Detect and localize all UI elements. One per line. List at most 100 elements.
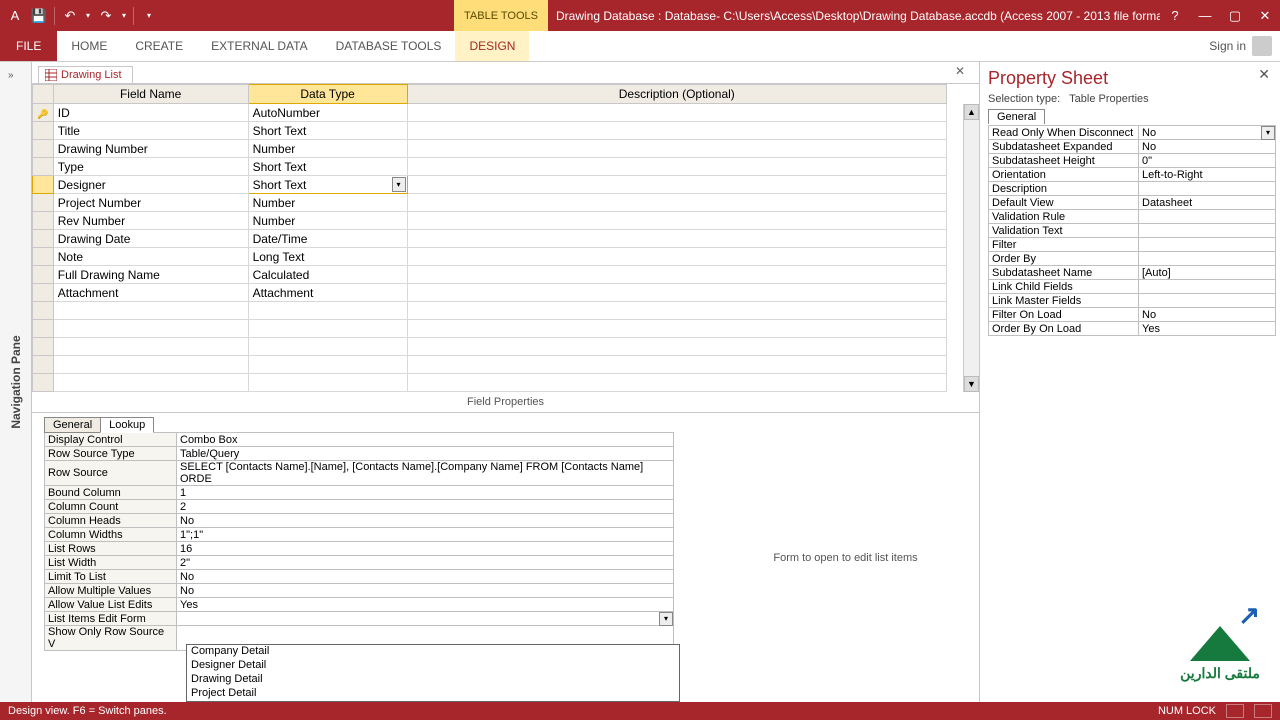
datatype-cell[interactable]: Date/Time	[248, 230, 407, 248]
property-dropdown-icon[interactable]: ▾	[1261, 126, 1275, 140]
scroll-up-icon[interactable]: ▲	[964, 104, 979, 120]
property-value[interactable]: 2	[177, 500, 674, 514]
row-selector[interactable]	[33, 176, 54, 194]
tab-external-data[interactable]: EXTERNAL DATA	[197, 31, 321, 61]
ps-property-value[interactable]	[1139, 294, 1276, 308]
redo-dropdown-icon[interactable]: ▾	[119, 5, 129, 27]
help-icon[interactable]: ?	[1160, 0, 1190, 31]
fieldname-cell[interactable]	[53, 320, 248, 338]
ps-property-name[interactable]: Subdatasheet Name	[989, 266, 1139, 280]
property-name[interactable]: Limit To List	[45, 570, 177, 584]
ps-property-value[interactable]: No▾	[1139, 126, 1276, 140]
description-cell[interactable]	[407, 356, 946, 374]
description-cell[interactable]	[407, 320, 946, 338]
dropdown-item[interactable]: Drawing Detail	[187, 673, 679, 687]
fieldname-cell[interactable]: Project Number	[53, 194, 248, 212]
table-properties-grid[interactable]: Read Only When DisconnectNo▾Subdatasheet…	[988, 125, 1276, 336]
ps-property-value[interactable]	[1139, 280, 1276, 294]
datatype-cell[interactable]	[248, 338, 407, 356]
tab-design[interactable]: DESIGN	[455, 31, 529, 61]
ps-property-name[interactable]: Subdatasheet Expanded	[989, 140, 1139, 154]
row-selector[interactable]	[33, 320, 54, 338]
fieldname-cell[interactable]: Attachment	[53, 284, 248, 302]
nav-expand-icon[interactable]: »	[8, 70, 14, 81]
datatype-cell[interactable]: AutoNumber	[248, 104, 407, 122]
property-value[interactable]: No	[177, 514, 674, 528]
property-value[interactable]: SELECT [Contacts Name].[Name], [Contacts…	[177, 461, 674, 486]
property-value[interactable]: 1";1"	[177, 528, 674, 542]
property-value[interactable]: No	[177, 570, 674, 584]
property-dropdown-icon[interactable]: ▾	[659, 612, 673, 626]
row-selector[interactable]	[33, 266, 54, 284]
description-cell[interactable]	[407, 122, 946, 140]
description-cell[interactable]	[407, 176, 946, 194]
property-name[interactable]: Column Widths	[45, 528, 177, 542]
ps-property-name[interactable]: Order By On Load	[989, 322, 1139, 336]
property-name[interactable]: Column Count	[45, 500, 177, 514]
row-selector[interactable]	[33, 284, 54, 302]
description-cell[interactable]	[407, 104, 946, 122]
datatype-cell[interactable]: Long Text	[248, 248, 407, 266]
fieldname-cell[interactable]	[53, 374, 248, 392]
datatype-cell[interactable]: Calculated	[248, 266, 407, 284]
row-selector[interactable]	[33, 338, 54, 356]
property-name[interactable]: List Width	[45, 556, 177, 570]
property-sheet-close-icon[interactable]: ✕	[1258, 66, 1270, 83]
undo-dropdown-icon[interactable]: ▾	[83, 5, 93, 27]
fieldname-cell[interactable]	[53, 302, 248, 320]
ps-property-name[interactable]: Validation Rule	[989, 210, 1139, 224]
fieldname-cell[interactable]: Drawing Date	[53, 230, 248, 248]
ps-property-name[interactable]: Orientation	[989, 168, 1139, 182]
property-value[interactable]: No	[177, 584, 674, 598]
ps-tab-general[interactable]: General	[988, 109, 1045, 124]
property-name[interactable]: Display Control	[45, 433, 177, 447]
ps-property-value[interactable]	[1139, 182, 1276, 196]
redo-icon[interactable]: ↷	[95, 5, 117, 27]
fieldname-cell[interactable]: Title	[53, 122, 248, 140]
property-name[interactable]: Row Source	[45, 461, 177, 486]
list-items-edit-form-dropdown[interactable]: Company DetailDesigner DetailDrawing Det…	[186, 644, 680, 702]
datatype-cell[interactable]: Number	[248, 194, 407, 212]
ps-property-value[interactable]: No	[1139, 140, 1276, 154]
ps-property-value[interactable]	[1139, 252, 1276, 266]
property-value[interactable]: 16	[177, 542, 674, 556]
qat-customize-icon[interactable]: ▾	[138, 5, 160, 27]
description-cell[interactable]	[407, 248, 946, 266]
description-cell[interactable]	[407, 266, 946, 284]
datatype-dropdown-icon[interactable]: ▾	[392, 177, 406, 192]
ps-property-name[interactable]: Validation Text	[989, 224, 1139, 238]
tab-database-tools[interactable]: DATABASE TOOLS	[322, 31, 456, 61]
file-tab[interactable]: FILE	[0, 31, 57, 61]
property-name[interactable]: List Items Edit Form	[45, 612, 177, 626]
fieldname-cell[interactable]: Designer	[53, 176, 248, 194]
ps-property-value[interactable]: Yes	[1139, 322, 1276, 336]
property-value[interactable]: Table/Query	[177, 447, 674, 461]
ps-property-value[interactable]: 0"	[1139, 154, 1276, 168]
property-name[interactable]: Allow Value List Edits	[45, 598, 177, 612]
doc-tab-close-icon[interactable]: ✕	[955, 64, 965, 78]
fieldname-cell[interactable]: Drawing Number	[53, 140, 248, 158]
sign-in[interactable]: Sign in	[1209, 31, 1280, 61]
property-name[interactable]: Bound Column	[45, 486, 177, 500]
ps-property-value[interactable]	[1139, 238, 1276, 252]
row-selector[interactable]	[33, 140, 54, 158]
fp-tab-lookup[interactable]: Lookup	[100, 417, 154, 433]
dropdown-item[interactable]: Company Detail	[187, 645, 679, 659]
description-cell[interactable]	[407, 194, 946, 212]
property-name[interactable]: Allow Multiple Values	[45, 584, 177, 598]
fp-tab-general[interactable]: General	[44, 417, 101, 433]
description-cell[interactable]	[407, 338, 946, 356]
undo-icon[interactable]: ↶	[59, 5, 81, 27]
datatype-cell[interactable]: Attachment	[248, 284, 407, 302]
ps-property-value[interactable]	[1139, 224, 1276, 238]
ps-property-name[interactable]: Link Master Fields	[989, 294, 1139, 308]
row-selector[interactable]	[33, 374, 54, 392]
row-selector[interactable]	[33, 248, 54, 266]
property-value[interactable]: ▾	[177, 612, 674, 626]
lookup-properties-grid[interactable]: Display ControlCombo BoxRow Source TypeT…	[44, 432, 674, 651]
fieldname-cell[interactable]: ID	[53, 104, 248, 122]
save-icon[interactable]: 💾	[28, 5, 50, 27]
description-cell[interactable]	[407, 140, 946, 158]
row-selector[interactable]	[33, 302, 54, 320]
ps-property-name[interactable]: Order By	[989, 252, 1139, 266]
